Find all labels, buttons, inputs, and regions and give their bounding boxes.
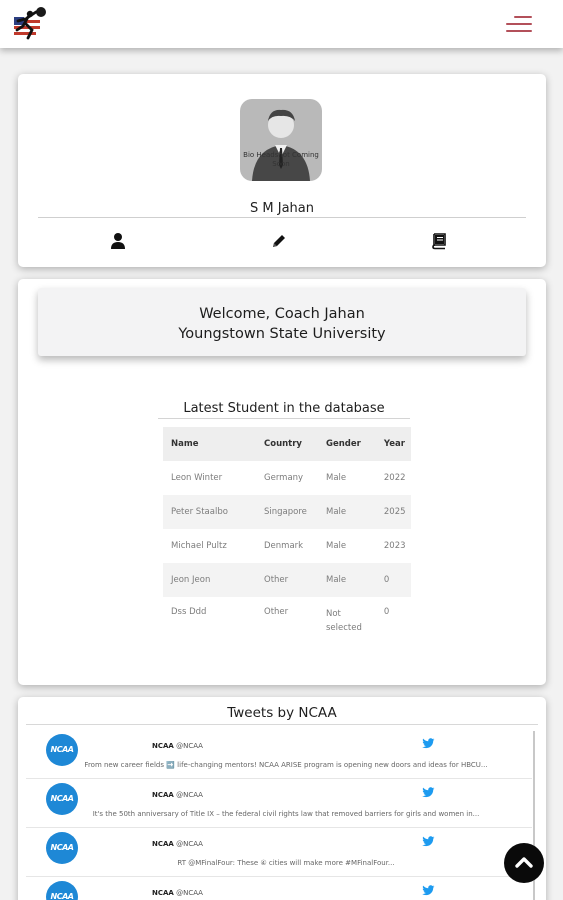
table-row[interactable]: Dss Ddd Other Not selected 0 [163, 597, 411, 641]
students-table-title: Latest Student in the database [158, 401, 410, 419]
column-header-gender: Gender [318, 427, 376, 461]
book-icon[interactable] [430, 232, 448, 250]
students-table: Name Country Gender Year Leon Winter Ger… [163, 427, 411, 641]
student-year: 2022 [383, 473, 406, 483]
student-year: 0 [383, 607, 390, 617]
pencil-icon[interactable] [270, 232, 288, 250]
avatar: Bio Headshot Coming Soon [240, 99, 322, 181]
tweet-handle: @NCAA [176, 840, 203, 848]
tweet-author: NCAA @NCAA [152, 742, 203, 750]
tweet-handle: @NCAA [176, 742, 203, 750]
twitter-timeline-card: Tweets by NCAA NCAA NCAA @NCAA From new … [18, 697, 546, 900]
university-name: Youngstown State University [178, 326, 386, 342]
ncaa-avatar[interactable]: NCAA [46, 734, 78, 766]
student-country: Germany [264, 473, 304, 483]
tweet-author: NCAA @NCAA [152, 840, 203, 848]
tweet-item[interactable]: NCAA NCAA @NCAA RT @MFinalFour: These ④ … [26, 828, 532, 877]
avatar-caption: Bio Headshot Coming Soon [243, 151, 319, 168]
welcome-greeting: Welcome, Coach Jahan [199, 306, 365, 322]
student-country: Singapore [256, 495, 318, 529]
tweet-text: RT @MFinalFour: These ④ cities will make… [177, 859, 395, 867]
student-gender: Male [326, 541, 347, 551]
user-icon[interactable] [109, 232, 127, 250]
ncaa-avatar[interactable]: NCAA [46, 783, 78, 815]
column-header-country: Country [256, 427, 318, 461]
tweet-item[interactable]: NCAA NCAA @NCAA It's the 50th anniversar… [26, 779, 532, 828]
table-row[interactable]: Jeon Jeon Other Male 0 [163, 563, 411, 597]
student-country: Other [256, 563, 318, 597]
student-name: Dss Ddd [171, 607, 207, 617]
student-year: 2025 [375, 495, 411, 529]
tweet-author-name: NCAA [152, 742, 174, 750]
tweet-item[interactable]: NCAA NCAA @NCAA [26, 877, 532, 900]
tweet-author: NCAA @NCAA [152, 791, 203, 799]
student-country: Other [264, 607, 289, 617]
ncaa-avatar[interactable]: NCAA [46, 832, 78, 864]
twitter-bird-icon[interactable] [422, 787, 435, 798]
student-gender: Male [326, 473, 347, 483]
student-gender: Male [318, 563, 376, 597]
scroll-to-top-button[interactable] [504, 843, 544, 883]
top-navbar [0, 0, 563, 48]
twitter-bird-icon[interactable] [422, 738, 435, 749]
tweet-author-name: NCAA [152, 840, 174, 848]
tweet-handle: @NCAA [176, 791, 203, 799]
student-name: Peter Staalbo [163, 495, 256, 529]
table-row[interactable]: Leon Winter Germany Male 2022 [163, 461, 411, 495]
student-name: Jeon Jeon [163, 563, 256, 597]
profile-name: S M Jahan [250, 201, 314, 216]
student-country: Denmark [264, 541, 304, 551]
tweets-title: Tweets by NCAA [26, 705, 538, 725]
student-name: Michael Pultz [171, 541, 227, 551]
twitter-bird-icon[interactable] [422, 836, 435, 847]
tweet-author-name: NCAA [152, 889, 174, 897]
ncaa-avatar[interactable]: NCAA [46, 881, 78, 900]
profile-card: Bio Headshot Coming Soon S M Jahan [18, 74, 546, 267]
student-year: 2023 [383, 541, 406, 551]
tweet-text: It's the 50th anniversary of Title IX – … [92, 810, 480, 818]
table-row[interactable]: Peter Staalbo Singapore Male 2025 [163, 495, 411, 529]
dashboard-card: Welcome, Coach Jahan Youngstown State Un… [18, 279, 546, 685]
tweet-handle: @NCAA [176, 889, 203, 897]
tweet-author-name: NCAA [152, 791, 174, 799]
chevron-up-icon [515, 857, 533, 868]
table-row[interactable]: Michael Pultz Denmark Male 2023 [163, 529, 411, 563]
table-header-row: Name Country Gender Year [163, 427, 411, 461]
twitter-bird-icon[interactable] [422, 885, 435, 896]
student-gender: Male [318, 495, 376, 529]
column-header-name: Name [163, 427, 256, 461]
student-gender: Not selected [326, 609, 362, 633]
welcome-banner: Welcome, Coach Jahan Youngstown State Un… [38, 288, 526, 356]
basketball-player-logo-icon[interactable] [8, 6, 50, 42]
student-name: Leon Winter [171, 473, 223, 483]
divider [38, 217, 526, 218]
tweet-item[interactable]: NCAA NCAA @NCAA From new career fields ➡… [26, 730, 532, 779]
tweet-author: NCAA @NCAA [152, 889, 203, 897]
column-header-year: Year [375, 427, 411, 461]
tweet-text: From new career fields ➡️ life-changing … [84, 761, 488, 769]
hamburger-menu-icon[interactable] [500, 14, 532, 34]
student-year: 0 [375, 563, 411, 597]
